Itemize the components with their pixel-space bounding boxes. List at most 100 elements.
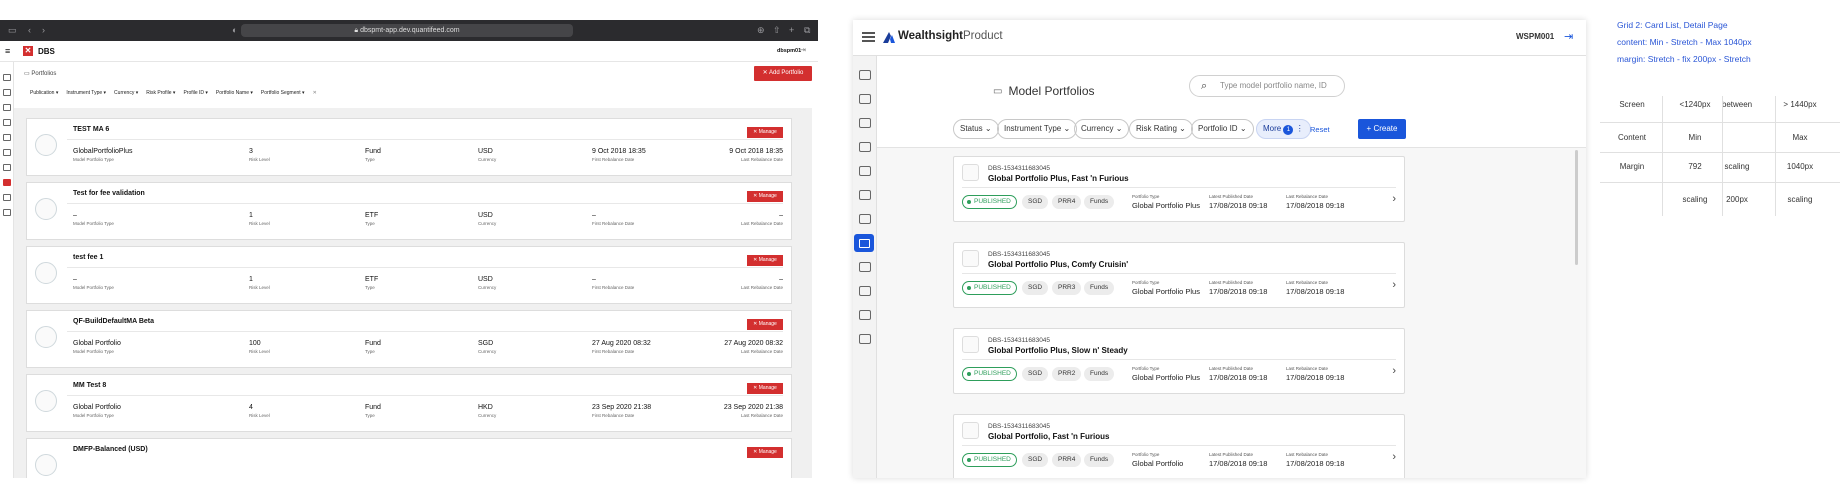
field-value-type: GlobalPortfolioPlus	[73, 148, 133, 155]
sidebar-item-2-icon[interactable]	[859, 94, 871, 104]
sidebar-item-9-icon[interactable]	[3, 194, 11, 201]
filter-currency[interactable]: Currency	[114, 90, 138, 96]
latest-published-value: 17/08/2018 09:18	[1209, 201, 1268, 210]
sidebar-item-10-icon[interactable]	[859, 286, 871, 296]
portfolio-card[interactable]: TEST MA 6 ✕ Manage GlobalPortfolioPlus Mode…	[26, 118, 792, 176]
sidebar-item-6-icon[interactable]	[3, 149, 11, 156]
sidebar-item-4-icon[interactable]	[3, 119, 11, 126]
sidebar-item-5-icon[interactable]	[859, 166, 871, 176]
menu-icon[interactable]: ≡	[5, 46, 10, 56]
add-portfolio-button[interactable]: ✕ Add Portfolio	[754, 66, 812, 81]
sidebar-item-12-icon[interactable]	[859, 334, 871, 344]
field-value-currency: USD	[478, 212, 493, 219]
search-placeholder: Type model portfolio name, ID	[1220, 81, 1327, 90]
chevron-right-icon[interactable]: ›	[1392, 451, 1396, 463]
field-label-inst: Type	[365, 349, 375, 354]
menu-icon[interactable]	[862, 32, 875, 42]
sidebar-item-6-icon[interactable]	[859, 190, 871, 200]
new-tab-icon[interactable]: +	[789, 25, 794, 36]
instrument-tag: Funds	[1084, 453, 1115, 467]
risk-tag: PRR4	[1052, 195, 1082, 209]
field-label-risk: Risk Level	[249, 349, 270, 354]
divider	[962, 359, 1396, 360]
model-portfolio-card[interactable]: DBS-1534311683045 Global Portfolio Plus, …	[953, 156, 1405, 222]
filter-portfolio-segment[interactable]: Portfolio Segment	[261, 90, 305, 96]
address-bar[interactable]: 🔒︎ dbspmt-app.dev.quantifeed.com	[241, 24, 573, 37]
manage-button[interactable]: ✕ Manage	[747, 255, 783, 266]
field-value-type: Global Portfolio	[73, 340, 121, 347]
field-label-last: Last Rebalance Date	[740, 349, 783, 354]
chevron-right-icon[interactable]: ›	[1392, 279, 1396, 291]
tabs-icon[interactable]: ⧉	[804, 25, 810, 36]
field-label-inst: Type	[365, 221, 375, 226]
filter-instrument-type[interactable]: Instrument Type ⌄	[997, 119, 1078, 139]
field-value-inst: Fund	[365, 148, 381, 155]
sidebar-item-3-icon[interactable]	[859, 118, 871, 128]
sidebar-toggle-icon[interactable]: ▭	[8, 25, 17, 36]
note-line-2: content: Min - Stretch - Max 1040px	[1617, 37, 1752, 47]
breadcrumb[interactable]: ▭ Portfolios	[24, 70, 56, 77]
portfolio-card[interactable]: DMFP-Balanced (USD) ✕ Manage	[26, 438, 792, 478]
create-button[interactable]: + Create	[1358, 119, 1406, 139]
sidebar-item-9-icon[interactable]	[859, 262, 871, 272]
scrollbar[interactable]	[1575, 150, 1578, 265]
model-portfolio-card[interactable]: DBS-1534311683045 Global Portfolio, Fast …	[953, 414, 1405, 478]
sidebar-model-portfolios-icon[interactable]	[854, 234, 874, 252]
briefcase-icon: ▭	[993, 85, 1003, 97]
sidebar-item-5-icon[interactable]	[3, 134, 11, 141]
filter-risk-rating[interactable]: Risk Rating ⌄	[1129, 119, 1193, 139]
share-icon[interactable]: ⇧	[773, 25, 781, 36]
filter-portfolio-id[interactable]: Portfolio ID ⌄	[1191, 119, 1254, 139]
back-icon[interactable]: ‹	[28, 25, 31, 36]
sidebar-item-11-icon[interactable]	[859, 310, 871, 320]
filter-instrument-type[interactable]: Instrument Type	[66, 90, 106, 96]
manage-button[interactable]: ✕ Manage	[747, 191, 783, 202]
sidebar-item-dashboard-icon[interactable]	[3, 74, 11, 81]
model-portfolio-card[interactable]: DBS-1534311683045 Global Portfolio Plus, …	[953, 328, 1405, 394]
portfolio-card[interactable]: MM Test 8 ✕ Manage Global Portfolio Model P…	[26, 374, 792, 432]
portfolio-title: TEST MA 6	[73, 126, 110, 133]
sidebar	[853, 56, 877, 478]
forward-icon[interactable]: ›	[42, 25, 45, 36]
portfolio-avatar-icon	[35, 198, 57, 220]
instrument-tag: Funds	[1084, 195, 1115, 209]
filter-publication[interactable]: Publication	[30, 90, 58, 96]
logout-icon[interactable]: ⇥	[1564, 30, 1573, 43]
filter-profile-id[interactable]: Profile ID	[183, 90, 207, 96]
manage-button[interactable]: ✕ Manage	[747, 319, 783, 330]
last-rebalance-label: Last Rebalance Date	[1286, 366, 1329, 371]
filter-risk-profile[interactable]: Risk Profile	[146, 90, 175, 96]
filter-risk-rating-label: Risk Rating	[1136, 124, 1177, 133]
sidebar-item-10-icon[interactable]	[3, 209, 11, 216]
portfolio-card[interactable]: Test for fee validation ✕ Manage – Model Po…	[26, 182, 792, 240]
more-count-badge: 1	[1283, 125, 1294, 135]
search-input[interactable]: ⌕ Type model portfolio name, ID	[1189, 75, 1345, 97]
clear-filters-icon[interactable]: ✕	[313, 90, 317, 96]
sidebar-item-4-icon[interactable]	[859, 142, 871, 152]
filter-portfolio-name[interactable]: Portfolio Name	[216, 90, 253, 96]
filter-status[interactable]: Status ⌄	[953, 119, 999, 139]
manage-button[interactable]: ✕ Manage	[747, 127, 783, 138]
download-icon[interactable]: ⊕	[757, 25, 765, 36]
portfolio-card[interactable]: QF-BuildDefaultMA Beta ✕ Manage Global Por…	[26, 310, 792, 368]
field-value-risk: 100	[249, 340, 261, 347]
sidebar-dashboard-icon[interactable]	[859, 70, 871, 80]
sidebar-item-portfolios-icon[interactable]	[3, 179, 11, 186]
manage-button[interactable]: ✕ Manage	[747, 383, 783, 394]
model-portfolio-card[interactable]: DBS-1534311683045 Global Portfolio Plus, …	[953, 242, 1405, 308]
chevron-right-icon[interactable]: ›	[1392, 365, 1396, 377]
sidebar-item-2-icon[interactable]	[3, 89, 11, 96]
more-filters-button[interactable]: More 1 ⋮	[1256, 119, 1311, 139]
filter-currency[interactable]: Currency ⌄	[1074, 119, 1130, 139]
sidebar-item-7-icon[interactable]	[859, 214, 871, 224]
manage-button[interactable]: ✕ Manage	[747, 447, 783, 458]
logout-icon[interactable]: ⇥	[800, 46, 806, 54]
reset-button[interactable]: Reset	[1310, 125, 1330, 134]
filter-currency-label: Currency	[1081, 124, 1114, 133]
field-value-last: 9 Oct 2018 18:35	[729, 148, 783, 155]
spec-cell: 1040px	[1786, 162, 1814, 171]
chevron-right-icon[interactable]: ›	[1392, 193, 1396, 205]
sidebar-item-3-icon[interactable]	[3, 104, 11, 111]
portfolio-card[interactable]: test fee 1 ✕ Manage – Model Portfolio Type 1…	[26, 246, 792, 304]
sidebar-item-7-icon[interactable]	[3, 164, 11, 171]
